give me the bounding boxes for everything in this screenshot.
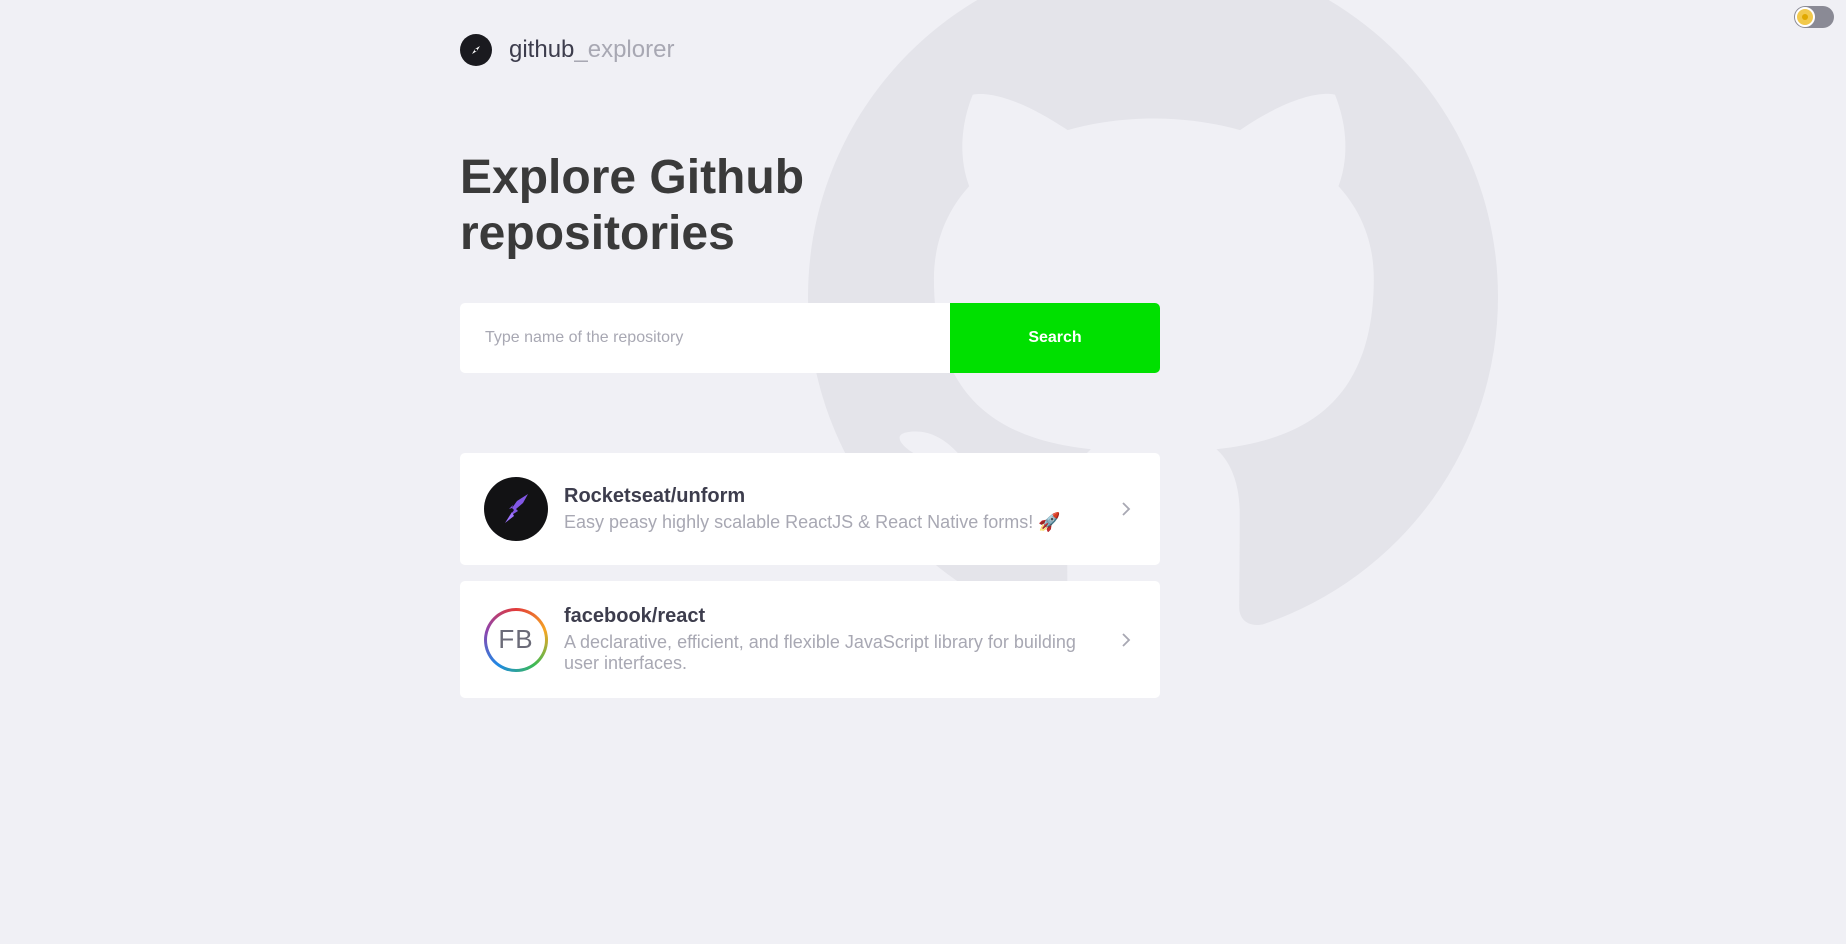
- chevron-right-icon: [1122, 502, 1131, 516]
- page-title: Explore Github repositories: [460, 150, 960, 262]
- repository-card-unform[interactable]: Rocketseat/unform Easy peasy highly scal…: [460, 453, 1160, 565]
- repository-description: A declarative, efficient, and flexible J…: [564, 632, 1076, 673]
- avatar: FB: [484, 607, 548, 672]
- theme-toggle[interactable]: [1794, 6, 1834, 28]
- repository-name: Rocketseat/unform: [564, 485, 746, 507]
- repository-description: Easy peasy highly scalable ReactJS & Rea…: [564, 512, 1061, 532]
- rocket-logo-icon: [505, 494, 528, 523]
- compass-icon: [460, 34, 492, 66]
- repository-name: facebook/react: [564, 605, 706, 627]
- brand-main: github: [509, 36, 575, 63]
- brand-name[interactable]: github_explorer: [509, 36, 674, 64]
- search-input[interactable]: [460, 303, 950, 373]
- header: github_explorer: [460, 34, 674, 66]
- title-line-1: Explore Github: [460, 151, 805, 204]
- sun-icon: [1795, 7, 1815, 27]
- avatar-text: FB: [487, 610, 545, 669]
- avatar: [484, 477, 548, 541]
- search-form: Search: [460, 303, 1160, 373]
- repository-card-react[interactable]: FB facebook/react A declarative, efficie…: [460, 581, 1160, 698]
- repository-info: facebook/react A declarative, efficient,…: [564, 605, 1100, 674]
- brand-accent: _explorer: [574, 36, 675, 63]
- search-button[interactable]: Search: [950, 303, 1160, 373]
- repository-list: Rocketseat/unform Easy peasy highly scal…: [460, 453, 1160, 714]
- chevron-right-icon: [1122, 632, 1131, 647]
- title-line-2: repositories: [460, 207, 735, 260]
- repository-info: Rocketseat/unform Easy peasy highly scal…: [564, 485, 1100, 533]
